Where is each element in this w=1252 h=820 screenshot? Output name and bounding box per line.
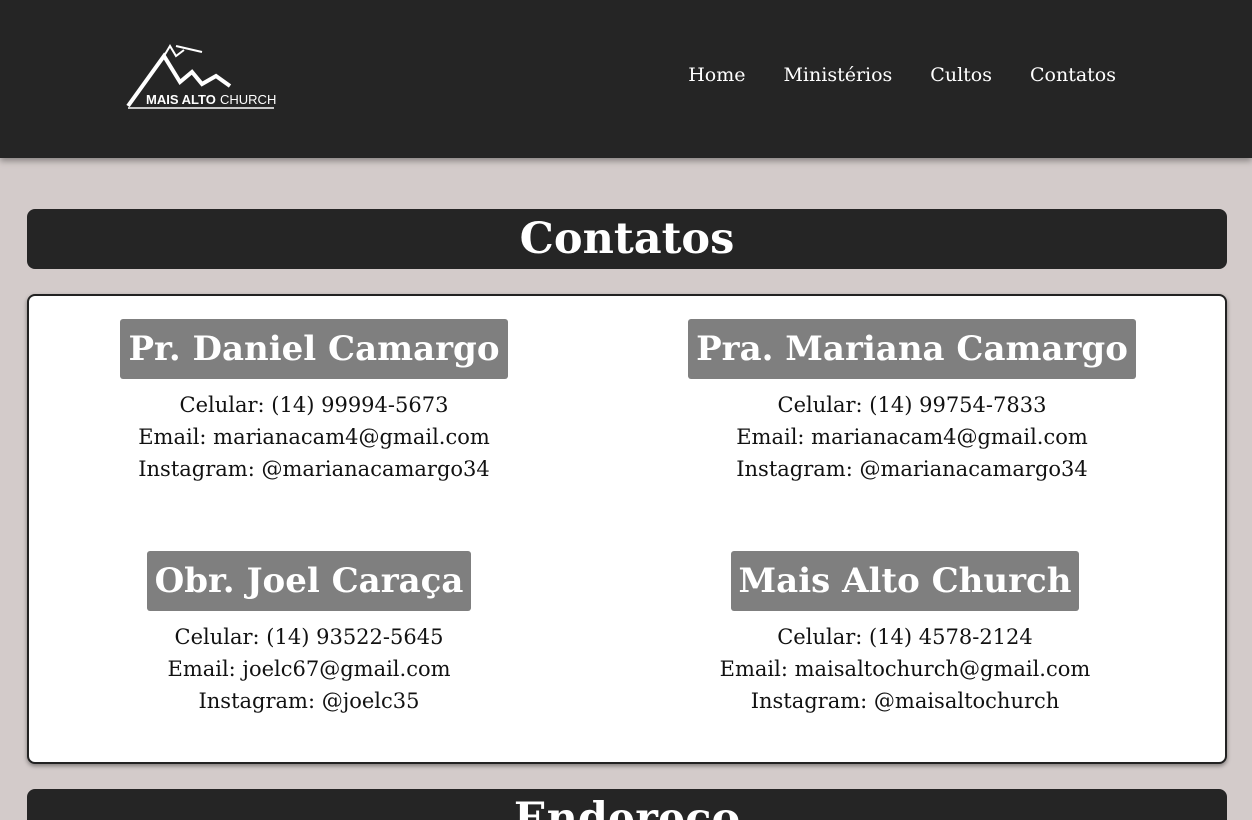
church-logo[interactable]: MAIS ALTO CHURCH xyxy=(122,42,276,114)
contact-phone: Celular: (14) 99754-7833 xyxy=(777,393,1047,417)
contact-instagram: Instagram: @marianacamargo34 xyxy=(736,457,1088,481)
contact-name: Pra. Mariana Camargo xyxy=(688,319,1136,379)
contact-instagram: Instagram: @joelc35 xyxy=(198,689,420,713)
contact-card: Pra. Mariana Camargo Celular: (14) 99754… xyxy=(632,319,1192,485)
address-section-title: Endereço xyxy=(27,789,1227,820)
contact-name: Mais Alto Church xyxy=(730,551,1080,611)
contact-card: Obr. Joel Caraça Celular: (14) 93522-564… xyxy=(29,551,589,717)
contact-email: Email: joelc67@gmail.com xyxy=(167,657,451,681)
main-nav: Home Ministérios Cultos Contatos xyxy=(688,64,1116,86)
contact-card: Pr. Daniel Camargo Celular: (14) 99994-5… xyxy=(34,319,594,485)
contact-phone: Celular: (14) 93522-5645 xyxy=(174,625,444,649)
nav-cultos[interactable]: Cultos xyxy=(930,64,992,86)
contacts-card-box: Pr. Daniel Camargo Celular: (14) 99994-5… xyxy=(27,294,1227,764)
svg-text:CHURCH: CHURCH xyxy=(220,92,276,107)
contact-email: Email: marianacam4@gmail.com xyxy=(736,425,1088,449)
contact-email: Email: maisaltochurch@gmail.com xyxy=(719,657,1091,681)
nav-ministerios[interactable]: Ministérios xyxy=(783,64,892,86)
contact-card: Mais Alto Church Celular: (14) 4578-2124… xyxy=(625,551,1185,717)
nav-home[interactable]: Home xyxy=(688,64,745,86)
contact-phone: Celular: (14) 4578-2124 xyxy=(777,625,1033,649)
contact-phone: Celular: (14) 99994-5673 xyxy=(179,393,449,417)
contact-name: Pr. Daniel Camargo xyxy=(120,319,508,379)
contact-email: Email: marianacam4@gmail.com xyxy=(138,425,490,449)
top-navigation-bar: MAIS ALTO CHURCH Home Ministérios Cultos… xyxy=(0,0,1252,158)
svg-text:MAIS ALTO: MAIS ALTO xyxy=(146,92,216,107)
nav-contatos[interactable]: Contatos xyxy=(1030,64,1116,86)
contacts-section-title: Contatos xyxy=(27,209,1227,269)
contact-instagram: Instagram: @marianacamargo34 xyxy=(138,457,490,481)
contact-name: Obr. Joel Caraça xyxy=(146,551,472,611)
contact-instagram: Instagram: @maisaltochurch xyxy=(750,689,1060,713)
mountain-logo-icon: MAIS ALTO CHURCH xyxy=(126,44,276,109)
